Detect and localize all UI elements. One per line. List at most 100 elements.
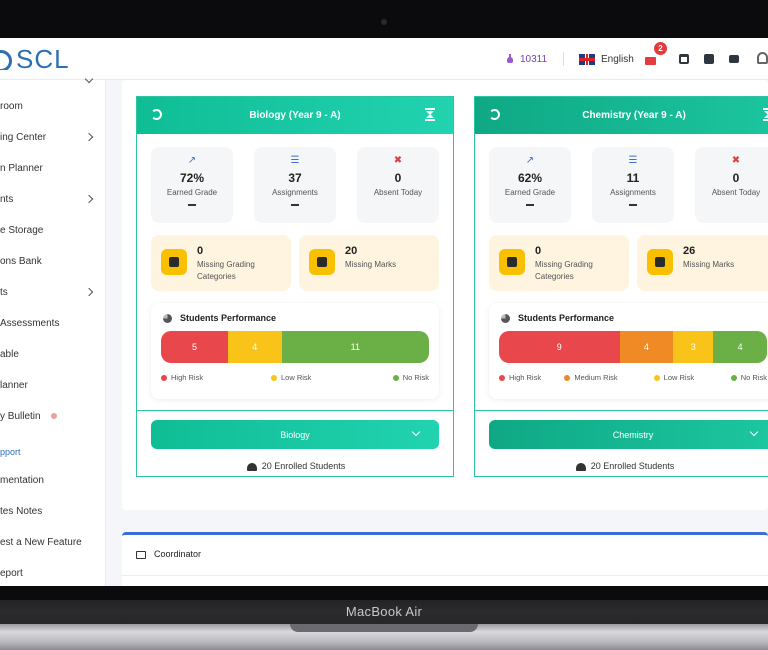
sidebar-item-release-notes[interactable]: tes Notes (0, 502, 106, 522)
legend-item: High Risk (499, 373, 541, 382)
stat-value: 11 (626, 171, 640, 185)
sidebar-item-label: nts (0, 194, 14, 205)
chevron-down-icon (411, 427, 421, 437)
performance-bar: 9434 (499, 331, 767, 363)
legend-item: Medium Risk (564, 373, 618, 382)
uk-flag-icon (579, 53, 595, 65)
sidebar-item-assessments[interactable]: Assessments (0, 314, 106, 334)
performance-segment[interactable]: 4 (619, 331, 674, 363)
logo[interactable]: SCL (0, 44, 70, 74)
warning-value: 26 (683, 245, 696, 257)
language-selector[interactable]: English (579, 38, 634, 80)
legend-item: Low Risk (271, 373, 311, 382)
notification-badge: 2 (654, 42, 667, 55)
warning-label: Missing Grading Categories (197, 260, 255, 281)
bell-icon[interactable] (757, 52, 768, 64)
sidebar-item-label: ons Bank (0, 256, 42, 267)
sidebar-item-students[interactable]: nts (0, 190, 106, 210)
stat-absent-today: ✖ 0 Absent Today (695, 147, 768, 223)
stat-label: Absent Today (373, 188, 423, 197)
sidebar-item-label: y Bulletin (0, 411, 41, 422)
sidebar-item-documentation[interactable]: mentation (0, 471, 106, 491)
sidebar-item-file-storage[interactable]: e Storage (0, 221, 106, 241)
sidebar-item-bulletin[interactable]: y Bulletin (0, 407, 106, 427)
stat-value: 62% (517, 171, 543, 185)
sidebar-item-label: room (0, 101, 23, 112)
laptop-bezel-strip (0, 586, 768, 600)
warning-label: Missing Marks (345, 260, 397, 269)
performance-legend: High Risk Medium Risk Low Risk No Risk (499, 373, 767, 385)
course-dropdown-button[interactable]: Chemistry (489, 420, 768, 449)
clipboard-icon (647, 249, 673, 275)
calendar-icon[interactable] (679, 54, 689, 64)
sidebar-item-report[interactable]: eport (0, 564, 106, 584)
refresh-icon[interactable] (489, 109, 500, 120)
sidebar-item-label: e Storage (0, 225, 44, 236)
card-icon[interactable] (729, 55, 739, 63)
sidebar-item-questions-bank[interactable]: ons Bank (0, 252, 106, 272)
warning-missing-marks[interactable]: 20 Missing Marks (299, 235, 439, 291)
chevron-down-icon (84, 74, 94, 84)
warning-missing-categories[interactable]: 0 Missing Grading Categories (151, 235, 291, 291)
course-card-biology: Biology (Year 9 - A) ↗ 72% Earned Grade … (136, 96, 454, 477)
course-card-header: Chemistry (Year 9 - A) (475, 97, 768, 134)
students-performance: Students Performance 9434 High Risk Mediu… (489, 303, 768, 399)
warning-missing-categories[interactable]: 0 Missing Grading Categories (489, 235, 629, 291)
refresh-icon[interactable] (151, 109, 162, 120)
sidebar-item-top[interactable] (0, 74, 106, 94)
user-x-icon: ✖ (393, 155, 403, 166)
performance-segment[interactable]: 11 (281, 331, 429, 363)
performance-segment[interactable]: 4 (713, 331, 767, 363)
warning-missing-marks[interactable]: 26 Missing Marks (637, 235, 768, 291)
clipboard-icon (309, 249, 335, 275)
students-performance: Students Performance 5 4 11 High Risk Low R… (151, 303, 439, 399)
user-x-icon: ✖ (731, 155, 741, 166)
performance-segment[interactable]: 3 (673, 331, 714, 363)
laptop-bezel-top (0, 0, 768, 38)
pie-chart-icon (501, 314, 510, 324)
sidebar-item-request-feature[interactable]: est a New Feature (0, 533, 106, 553)
sidebar-item-label: n Planner (0, 163, 43, 174)
points-value: 10311 (520, 53, 548, 65)
course-dropdown-button[interactable]: Biology (151, 420, 439, 449)
performance-title: Students Performance (501, 313, 614, 324)
performance-legend: High Risk Low Risk No Risk (161, 373, 429, 385)
warning-value: 20 (345, 245, 358, 257)
performance-title: Students Performance (163, 313, 277, 324)
course-title: Chemistry (Year 9 - A) (582, 110, 686, 121)
sidebar-item-learning-center[interactable]: ing Center (0, 128, 106, 148)
trend-dash (526, 204, 534, 206)
flask-icon (506, 54, 514, 64)
notes-icon[interactable] (704, 54, 714, 64)
points-display[interactable]: 10311 (506, 38, 547, 80)
sidebar-item-classroom[interactable]: room (0, 97, 106, 117)
sidebar-item-reports[interactable]: ts (0, 283, 106, 303)
messages-button[interactable]: 2 (645, 38, 667, 80)
warning-label: Missing Grading Categories (535, 260, 593, 281)
performance-segment[interactable]: 5 (161, 331, 228, 363)
performance-segment[interactable]: 4 (228, 331, 282, 363)
monitor-icon (136, 550, 146, 559)
divider (137, 410, 453, 411)
performance-segment[interactable]: 9 (499, 331, 620, 363)
stat-earned-grade: ↗ 62% Earned Grade (489, 147, 571, 223)
stat-earned-grade: ↗ 72% Earned Grade (151, 147, 233, 223)
chart-icon: ↗ (525, 155, 535, 166)
divider (475, 410, 768, 411)
chart-icon: ↗ (187, 155, 197, 166)
logo-text: SCL (16, 43, 70, 74)
legend-item: Low Risk (653, 373, 694, 382)
coordinator-title[interactable]: Coordinator (136, 549, 201, 559)
performance-title-text: Students Performance (180, 313, 277, 323)
list-icon: ☰ (628, 155, 638, 166)
stat-label: Earned Grade (166, 188, 218, 197)
screen: SCL 10311 English 2 room ing Center n Pl… (0, 38, 768, 586)
hourglass-icon[interactable] (425, 108, 435, 121)
sidebar-item-lesson-planner[interactable]: n Planner (0, 159, 106, 179)
course-title: Biology (Year 9 - A) (249, 110, 341, 121)
sidebar-item-timetable[interactable]: able (0, 345, 106, 365)
flask-icon[interactable] (763, 108, 768, 121)
sidebar-item-label: Assessments (0, 318, 60, 329)
course-card-header: Biology (Year 9 - A) (137, 97, 453, 134)
sidebar-item-planner[interactable]: lanner (0, 376, 106, 396)
